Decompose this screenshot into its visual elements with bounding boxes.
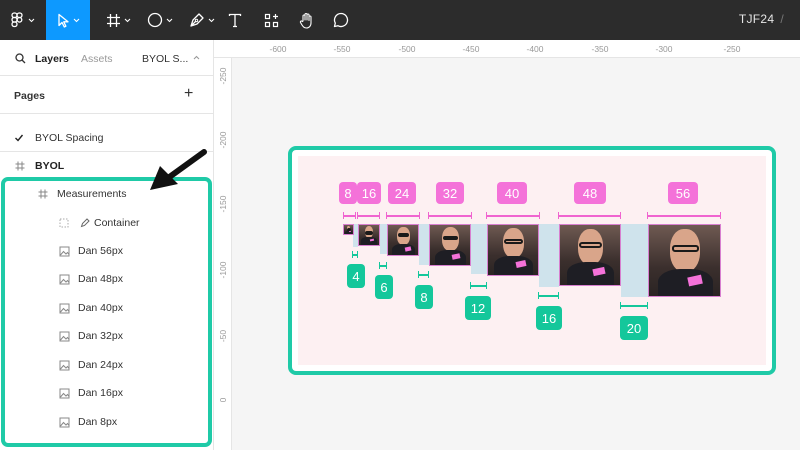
shape-tool-button[interactable]	[140, 0, 180, 40]
frame-tool-button[interactable]	[98, 0, 138, 40]
gap-measure-line	[538, 292, 559, 299]
ruler-tick-label: -450	[462, 44, 480, 54]
width-measure-line	[428, 212, 472, 219]
page-item-label: BYOL Spacing	[35, 132, 104, 144]
size-label-56: 56	[668, 182, 698, 204]
image-dan-32px[interactable]	[429, 224, 471, 266]
chevron-down-icon	[73, 18, 80, 22]
image-dan-24px[interactable]	[387, 224, 419, 256]
annotation-arrow-icon	[150, 149, 207, 190]
ellipse-icon	[147, 12, 163, 28]
size-label-8: 8	[339, 182, 357, 204]
width-measure-line	[343, 212, 356, 219]
layers-highlight-box	[1, 177, 212, 447]
comment-tool-button[interactable]	[328, 0, 354, 40]
pen-icon	[190, 13, 204, 27]
image-dan-56px[interactable]	[648, 224, 721, 297]
gap-area	[380, 224, 387, 254]
ruler-tick-label: 0	[218, 397, 228, 403]
tab-assets[interactable]: Assets	[81, 53, 113, 65]
comment-bubble-icon	[333, 12, 349, 28]
gap-measure-line	[379, 262, 387, 269]
width-measure-line	[486, 212, 540, 219]
ruler-tick-label: -150	[218, 195, 228, 213]
size-label-48: 48	[574, 182, 606, 204]
panel-tabs: Layers Assets BYOL S...	[0, 40, 214, 76]
gap-label-12: 12	[465, 296, 491, 320]
image-dan-8px[interactable]	[343, 224, 354, 235]
main-menu-button[interactable]	[0, 0, 46, 40]
size-label-40: 40	[497, 182, 527, 204]
ruler-tick-label: -550	[333, 44, 351, 54]
ruler-tick-label: -250	[723, 44, 741, 54]
file-title-text: TJF24	[738, 12, 775, 26]
ruler-tick-label: -200	[218, 131, 228, 149]
ruler-tick-label: -50	[218, 329, 228, 343]
pages-heading: Pages	[14, 90, 45, 102]
frame-hash-icon	[106, 13, 120, 27]
chevron-down-icon	[208, 18, 215, 22]
gap-label-16: 16	[536, 306, 562, 330]
page-item-label: BYOL	[35, 160, 65, 172]
image-dan-16px[interactable]	[358, 224, 380, 246]
ruler-tick-label: -400	[526, 44, 544, 54]
add-page-icon[interactable]: +	[184, 85, 193, 103]
gap-label-6: 6	[375, 275, 393, 299]
gap-measure-line	[620, 302, 648, 309]
image-dan-40px[interactable]	[487, 224, 539, 276]
file-title-separator: /	[780, 12, 784, 26]
gap-area	[419, 224, 429, 265]
text-tool-button[interactable]	[222, 0, 248, 40]
cursor-arrow-icon	[58, 13, 69, 28]
resources-icon	[264, 13, 278, 27]
width-measure-line	[386, 212, 420, 219]
toolbar: TJF24 /	[0, 0, 800, 40]
hand-tool-button[interactable]	[294, 0, 320, 40]
size-label-16: 16	[357, 182, 381, 204]
divider	[0, 113, 214, 114]
chevron-up-icon[interactable]	[193, 55, 200, 60]
resources-tool-button[interactable]	[258, 0, 284, 40]
move-tool-button[interactable]	[46, 0, 90, 40]
width-measure-line	[558, 212, 621, 219]
chevron-down-icon	[28, 18, 35, 22]
chevron-down-icon	[124, 18, 130, 22]
ruler-tick-label: -350	[591, 44, 609, 54]
ruler-top: -600 -550 -500 -450 -400 -350 -300 -250	[214, 40, 800, 58]
pen-tool-button[interactable]	[182, 0, 222, 40]
tab-layers[interactable]: Layers	[35, 53, 69, 65]
ruler-tick-label: -100	[218, 261, 228, 279]
width-measure-line	[357, 212, 380, 219]
gap-area	[471, 224, 487, 274]
ruler-tick-label: -600	[269, 44, 287, 54]
gap-label-20: 20	[620, 316, 648, 340]
size-label-32: 32	[436, 182, 464, 204]
hand-icon	[299, 12, 312, 29]
gap-measure-line	[470, 282, 487, 289]
gap-measure-line	[352, 251, 358, 258]
file-title[interactable]: TJF24 /	[739, 12, 784, 26]
text-icon	[228, 13, 242, 27]
gap-measure-line	[418, 271, 429, 278]
search-icon[interactable]	[15, 53, 26, 64]
image-dan-48px[interactable]	[559, 224, 621, 286]
page-dropdown-label[interactable]: BYOL S...	[142, 53, 188, 65]
gap-area	[539, 224, 559, 287]
ruler-tick-label: -500	[398, 44, 416, 54]
size-label-24: 24	[388, 182, 416, 204]
ruler-tick-label: -250	[218, 67, 228, 85]
figma-logo-icon	[11, 12, 23, 28]
check-icon	[14, 133, 24, 143]
ruler-tick-label: -300	[655, 44, 673, 54]
page-item-byol-spacing[interactable]: BYOL Spacing	[0, 128, 214, 148]
chevron-down-icon	[166, 18, 173, 22]
frame-hash-icon	[15, 161, 25, 171]
gap-area	[621, 224, 648, 297]
ruler-left: -250 -200 -150 -100 -50 0	[214, 58, 232, 450]
gap-label-4: 4	[347, 264, 365, 288]
width-measure-line	[647, 212, 721, 219]
gap-label-8: 8	[415, 285, 433, 309]
